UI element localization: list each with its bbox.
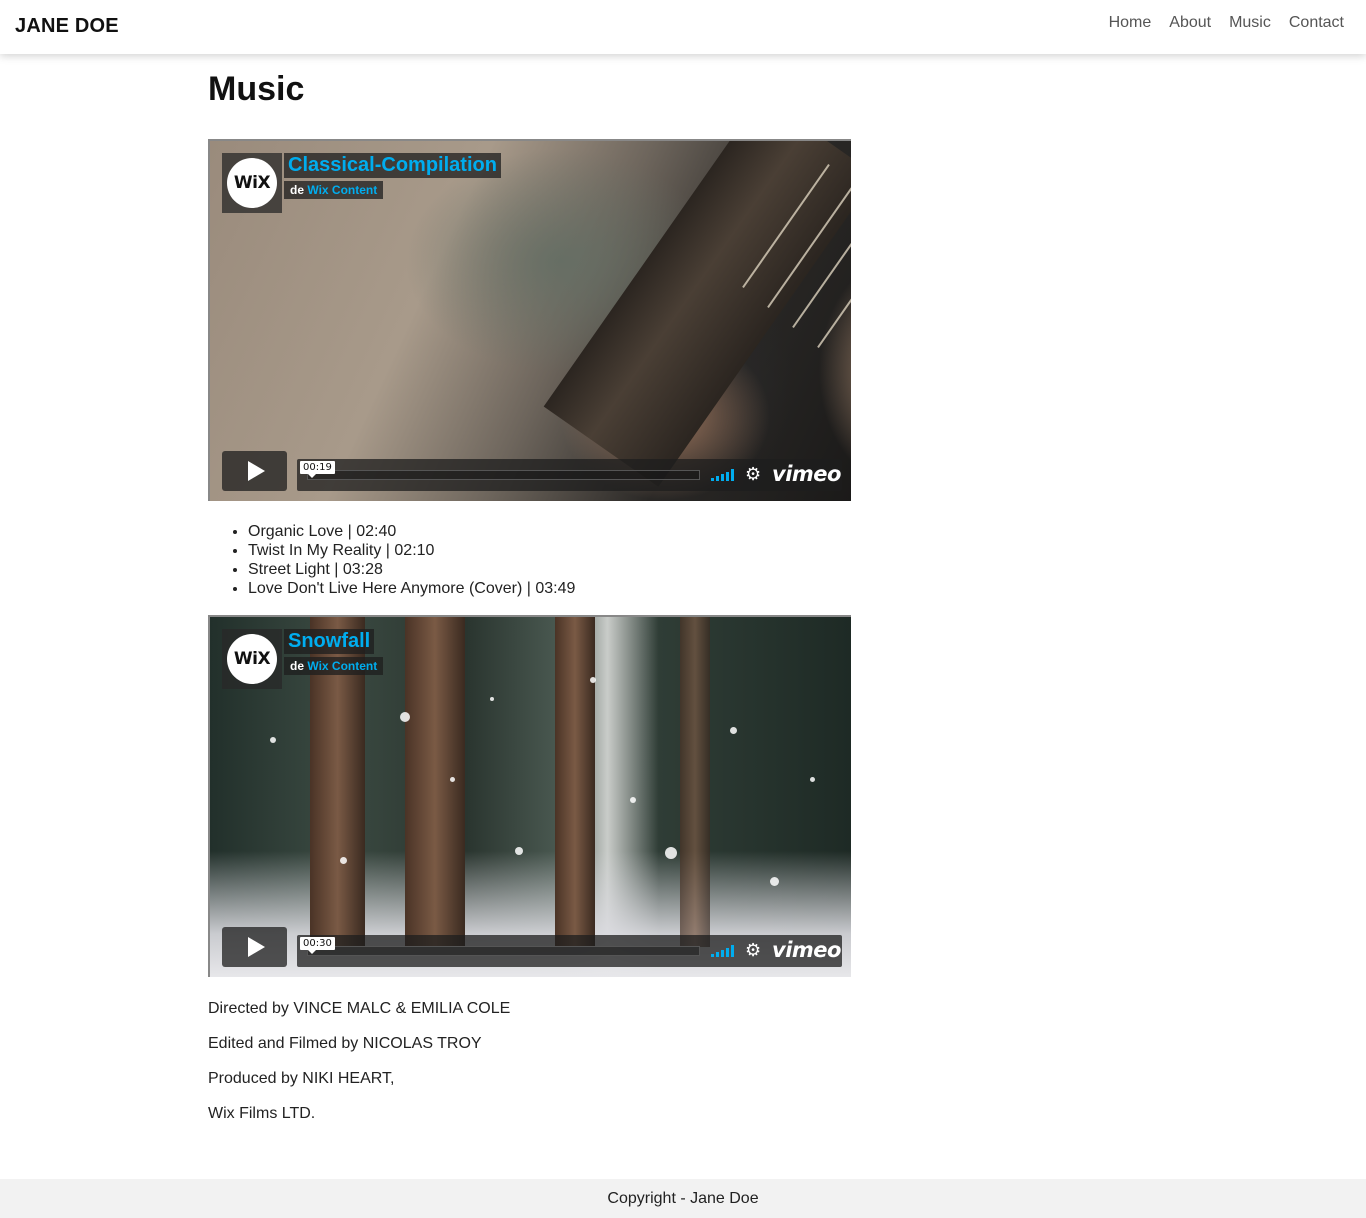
gear-icon[interactable]: ⚙: [745, 940, 761, 960]
video-player-snowfall[interactable]: WiX Snowfall de Wix Content 00:30 ⚙ vime…: [208, 615, 851, 977]
nav-menu: Home About Music Contact: [1109, 14, 1344, 32]
nav-link-home[interactable]: Home: [1109, 14, 1152, 32]
credit-line: Edited and Filmed by NICOLAS TROY: [208, 1035, 482, 1052]
video-byline: de Wix Content: [284, 181, 384, 199]
nav-link-contact[interactable]: Contact: [1289, 14, 1344, 32]
play-button[interactable]: [222, 451, 287, 491]
list-item: Love Don't Live Here Anymore (Cover) | 0…: [248, 579, 575, 598]
video-controls: 00:19 ⚙ vimeo: [222, 451, 842, 491]
time-indicator: 00:30: [300, 937, 335, 954]
navbar: JANE DOE Home About Music Contact: [0, 0, 1366, 54]
footer: Copyright - Jane Doe: [0, 1179, 1366, 1218]
author-avatar-button[interactable]: WiX: [222, 629, 282, 689]
author-link[interactable]: Wix Content: [307, 183, 377, 197]
list-item: Organic Love | 02:40: [248, 522, 575, 541]
video-title[interactable]: Snowfall: [284, 629, 375, 654]
video-header: WiX Snowfall de Wix Content: [222, 629, 384, 689]
credit-line: Produced by NIKI HEART,: [208, 1070, 395, 1087]
credit-line: Wix Films LTD.: [208, 1105, 316, 1122]
progress-bar[interactable]: 00:30: [300, 937, 700, 956]
play-button[interactable]: [222, 927, 287, 967]
vimeo-logo[interactable]: vimeo: [772, 938, 841, 962]
credit-line: Directed by VINCE MALC & EMILIA COLE: [208, 1000, 511, 1017]
video-title[interactable]: Classical-Compilation: [284, 153, 501, 178]
byline-prefix: de: [290, 659, 305, 673]
time-indicator: 00:19: [300, 461, 335, 478]
avatar: WiX: [227, 634, 277, 684]
gear-icon[interactable]: ⚙: [745, 464, 761, 484]
list-item: Twist In My Reality | 02:10: [248, 541, 575, 560]
control-bar: 00:19 ⚙ vimeo: [297, 459, 842, 491]
track-list: Organic Love | 02:40 Twist In My Reality…: [248, 522, 575, 598]
play-icon: [248, 937, 265, 957]
nav-link-music[interactable]: Music: [1229, 14, 1271, 32]
play-icon: [248, 461, 265, 481]
byline-prefix: de: [290, 183, 305, 197]
vimeo-logo[interactable]: vimeo: [772, 462, 841, 486]
volume-icon[interactable]: [711, 469, 734, 481]
video-byline: de Wix Content: [284, 657, 384, 675]
credits: Directed by VINCE MALC & EMILIA COLE Edi…: [208, 999, 510, 1139]
nav-link-about[interactable]: About: [1169, 14, 1211, 32]
video-header: WiX Classical-Compilation de Wix Content: [222, 153, 501, 213]
progress-bar[interactable]: 00:19: [300, 461, 700, 480]
volume-icon[interactable]: [711, 945, 734, 957]
video-player-classical[interactable]: WiX Classical-Compilation de Wix Content…: [208, 139, 851, 501]
brand-logo[interactable]: JANE DOE: [15, 15, 119, 38]
video-controls: 00:30 ⚙ vimeo: [222, 927, 842, 967]
author-avatar-button[interactable]: WiX: [222, 153, 282, 213]
avatar: WiX: [227, 158, 277, 208]
control-bar: 00:30 ⚙ vimeo: [297, 935, 842, 967]
author-link[interactable]: Wix Content: [307, 659, 377, 673]
list-item: Street Light | 03:28: [248, 560, 575, 579]
page-title: Music: [208, 70, 305, 108]
footer-copyright: Copyright - Jane Doe: [607, 1189, 759, 1207]
